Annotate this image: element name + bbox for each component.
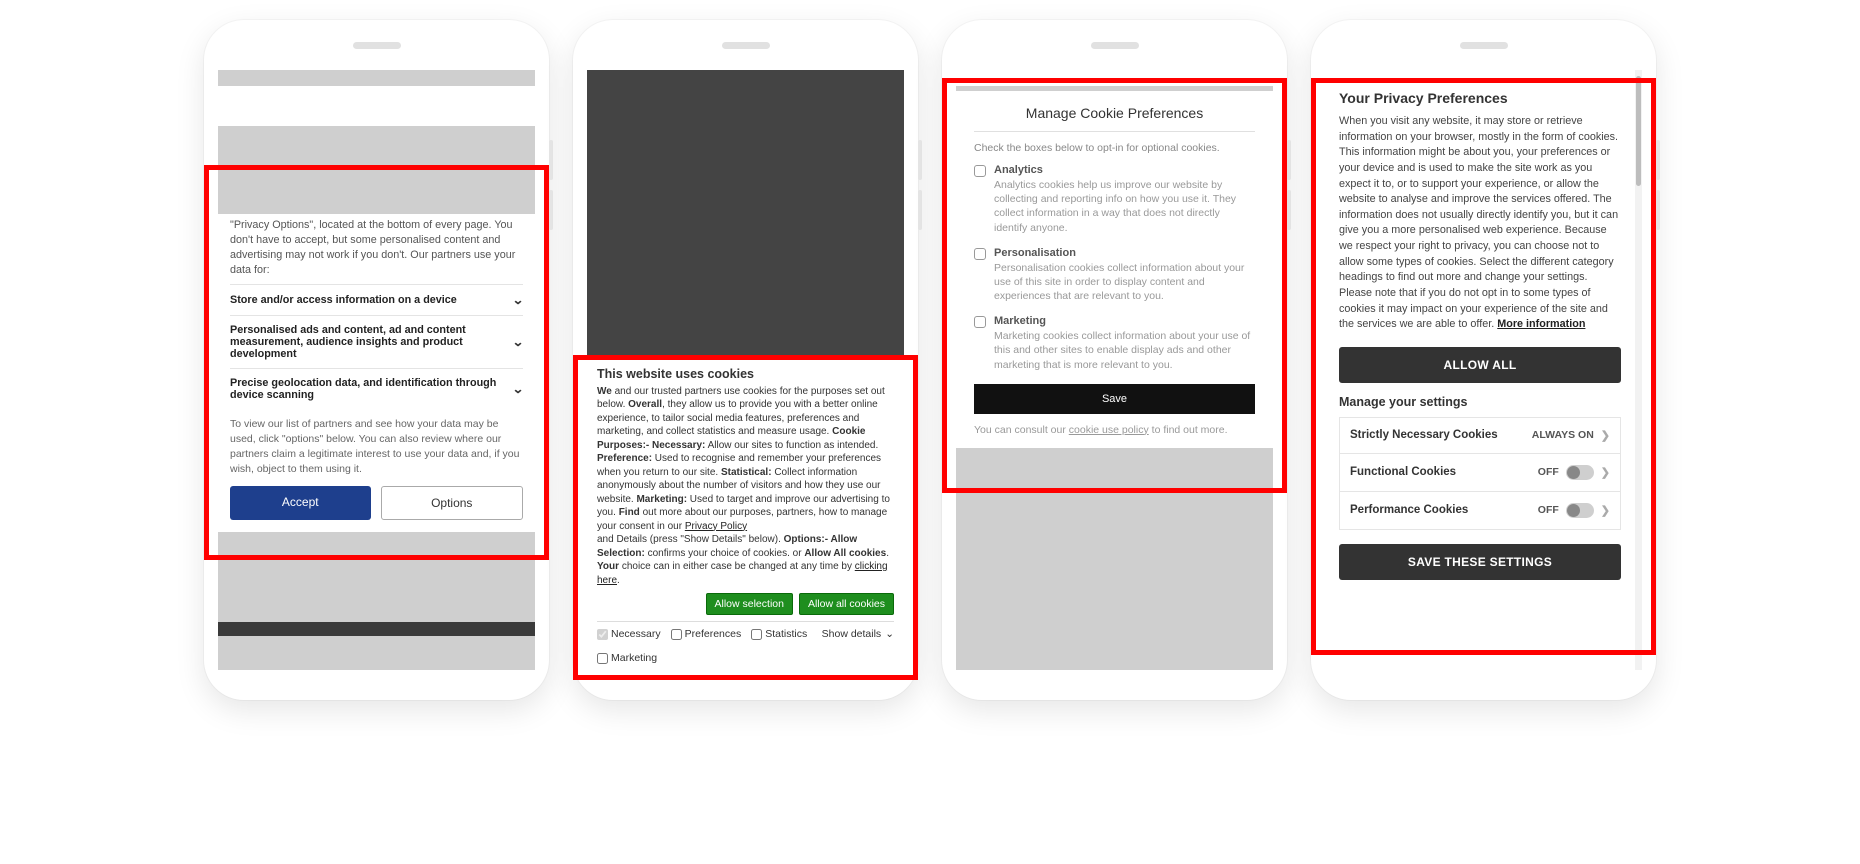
banner-body: We and our trusted partners use cookies … bbox=[597, 385, 894, 588]
scrollbar[interactable] bbox=[1635, 70, 1642, 670]
show-details-link[interactable]: Show details⌄ bbox=[822, 628, 894, 640]
allow-selection-button[interactable]: Allow selection bbox=[706, 593, 793, 615]
toggle-row-functional[interactable]: Functional Cookies OFF ❯ bbox=[1339, 453, 1621, 491]
phone-speaker bbox=[1460, 42, 1508, 49]
browser-url-bar bbox=[218, 622, 535, 636]
phone-side-button bbox=[1287, 190, 1291, 230]
options-button[interactable]: Options bbox=[381, 486, 524, 520]
phone-mockup-4: Your Privacy Preferences When you visit … bbox=[1311, 20, 1656, 700]
toggle-row-performance[interactable]: Performance Cookies OFF ❯ bbox=[1339, 491, 1621, 530]
phone-side-button bbox=[1656, 140, 1660, 180]
checkbox-marketing[interactable]: Marketing bbox=[597, 652, 894, 664]
option-description: Marketing cookies collect information ab… bbox=[994, 329, 1255, 372]
dimmed-background bbox=[587, 70, 904, 357]
banner-title: This website uses cookies bbox=[597, 367, 894, 381]
dialog-intro-text: "Privacy Options", located at the bottom… bbox=[230, 218, 523, 278]
allow-all-button[interactable]: ALLOW ALL bbox=[1339, 347, 1621, 383]
accept-button[interactable]: Accept bbox=[230, 486, 371, 520]
toggle-switch[interactable] bbox=[1566, 503, 1594, 518]
phone-screen: "Privacy Options", located at the bottom… bbox=[218, 70, 535, 670]
allow-all-cookies-button[interactable]: Allow all cookies bbox=[799, 593, 894, 615]
toggle-label: Strictly Necessary Cookies bbox=[1350, 429, 1498, 441]
accordion-row-personalised-ads[interactable]: Personalised ads and content, ad and con… bbox=[230, 315, 523, 368]
checkbox-necessary[interactable]: Necessary bbox=[597, 628, 661, 640]
option-analytics[interactable]: Analytics Analytics cookies help us impr… bbox=[974, 164, 1255, 235]
checkbox-input[interactable] bbox=[751, 629, 762, 640]
checkbox-icon[interactable] bbox=[974, 248, 986, 260]
privacy-policy-link[interactable]: Privacy Policy bbox=[685, 521, 747, 532]
phone-side-button bbox=[549, 140, 553, 180]
toggle-label: Functional Cookies bbox=[1350, 466, 1456, 478]
toggle-label: Performance Cookies bbox=[1350, 504, 1468, 516]
phone-speaker bbox=[353, 42, 401, 49]
checkbox-input bbox=[597, 629, 608, 640]
toggle-state: ALWAYS ON bbox=[1532, 429, 1594, 441]
cookie-banner: This website uses cookies We and our tru… bbox=[587, 357, 904, 671]
save-button[interactable]: Save bbox=[974, 384, 1255, 414]
option-label: Personalisation bbox=[994, 247, 1255, 259]
chevron-down-icon: ⌄ bbox=[512, 293, 524, 307]
accordion-label: Personalised ads and content, ad and con… bbox=[230, 324, 513, 360]
phone-screen: Manage Cookie Preferences Check the boxe… bbox=[956, 70, 1273, 670]
chevron-right-icon: ❯ bbox=[1601, 429, 1610, 442]
option-personalisation[interactable]: Personalisation Personalisation cookies … bbox=[974, 247, 1255, 304]
checkbox-icon[interactable] bbox=[974, 165, 986, 177]
chevron-down-icon: ⌄ bbox=[512, 382, 524, 396]
option-label: Analytics bbox=[994, 164, 1255, 176]
phone-screen: This website uses cookies We and our tru… bbox=[587, 70, 904, 670]
accordion-label: Store and/or access information on a dev… bbox=[230, 294, 457, 306]
checkbox-input[interactable] bbox=[671, 629, 682, 640]
privacy-preferences-panel: Your Privacy Preferences When you visit … bbox=[1325, 70, 1635, 670]
phone-side-button bbox=[1656, 190, 1660, 230]
phone-speaker bbox=[722, 42, 770, 49]
phone-side-button bbox=[549, 190, 553, 230]
accordion-row-geolocation[interactable]: Precise geolocation data, and identifica… bbox=[230, 368, 523, 409]
toggle-state: OFF bbox=[1538, 504, 1559, 516]
phone-side-button bbox=[918, 190, 922, 230]
toggle-row-necessary[interactable]: Strictly Necessary Cookies ALWAYS ON ❯ bbox=[1339, 417, 1621, 453]
accordion-row-store-access[interactable]: Store and/or access information on a dev… bbox=[230, 284, 523, 315]
option-marketing[interactable]: Marketing Marketing cookies collect info… bbox=[974, 315, 1255, 372]
checkbox-statistics[interactable]: Statistics bbox=[751, 628, 807, 640]
phone-screen: Your Privacy Preferences When you visit … bbox=[1325, 70, 1642, 670]
manage-settings-heading: Manage your settings bbox=[1339, 395, 1621, 409]
option-description: Analytics cookies help us improve our we… bbox=[994, 178, 1255, 235]
panel-body: When you visit any website, it may store… bbox=[1339, 114, 1621, 333]
scrollbar-thumb[interactable] bbox=[1636, 76, 1641, 186]
panel-title: Manage Cookie Preferences bbox=[974, 105, 1255, 132]
checkbox-icon[interactable] bbox=[974, 316, 986, 328]
phone-mockup-2: This website uses cookies We and our tru… bbox=[573, 20, 918, 700]
more-information-link[interactable]: More information bbox=[1497, 318, 1585, 330]
privacy-dialog: "Privacy Options", located at the bottom… bbox=[218, 214, 535, 532]
panel-hint: Check the boxes below to opt-in for opti… bbox=[974, 142, 1255, 154]
phone-speaker bbox=[1091, 42, 1139, 49]
checkbox-preferences[interactable]: Preferences bbox=[671, 628, 742, 640]
phone-mockup-1: "Privacy Options", located at the bottom… bbox=[204, 20, 549, 700]
toggle-switch[interactable] bbox=[1566, 465, 1594, 480]
panel-title: Your Privacy Preferences bbox=[1339, 90, 1621, 106]
chevron-right-icon: ❯ bbox=[1601, 504, 1610, 517]
cookie-policy-link[interactable]: cookie use policy bbox=[1069, 424, 1149, 436]
toggle-state: OFF bbox=[1538, 466, 1559, 478]
policy-text: You can consult our cookie use policy to… bbox=[974, 424, 1255, 436]
dialog-footnote: To view our list of partners and see how… bbox=[230, 417, 523, 476]
phone-side-button bbox=[918, 140, 922, 180]
phone-side-button bbox=[1287, 140, 1291, 180]
accordion-label: Precise geolocation data, and identifica… bbox=[230, 377, 513, 401]
option-label: Marketing bbox=[994, 315, 1255, 327]
phone-mockup-3: Manage Cookie Preferences Check the boxe… bbox=[942, 20, 1287, 700]
chevron-down-icon: ⌄ bbox=[885, 628, 894, 640]
save-settings-button[interactable]: SAVE THESE SETTINGS bbox=[1339, 544, 1621, 580]
checkbox-input[interactable] bbox=[597, 653, 608, 664]
option-description: Personalisation cookies collect informat… bbox=[994, 261, 1255, 304]
cookie-preferences-panel: Manage Cookie Preferences Check the boxe… bbox=[956, 91, 1273, 448]
chevron-right-icon: ❯ bbox=[1601, 466, 1610, 479]
chevron-down-icon: ⌄ bbox=[512, 335, 524, 349]
